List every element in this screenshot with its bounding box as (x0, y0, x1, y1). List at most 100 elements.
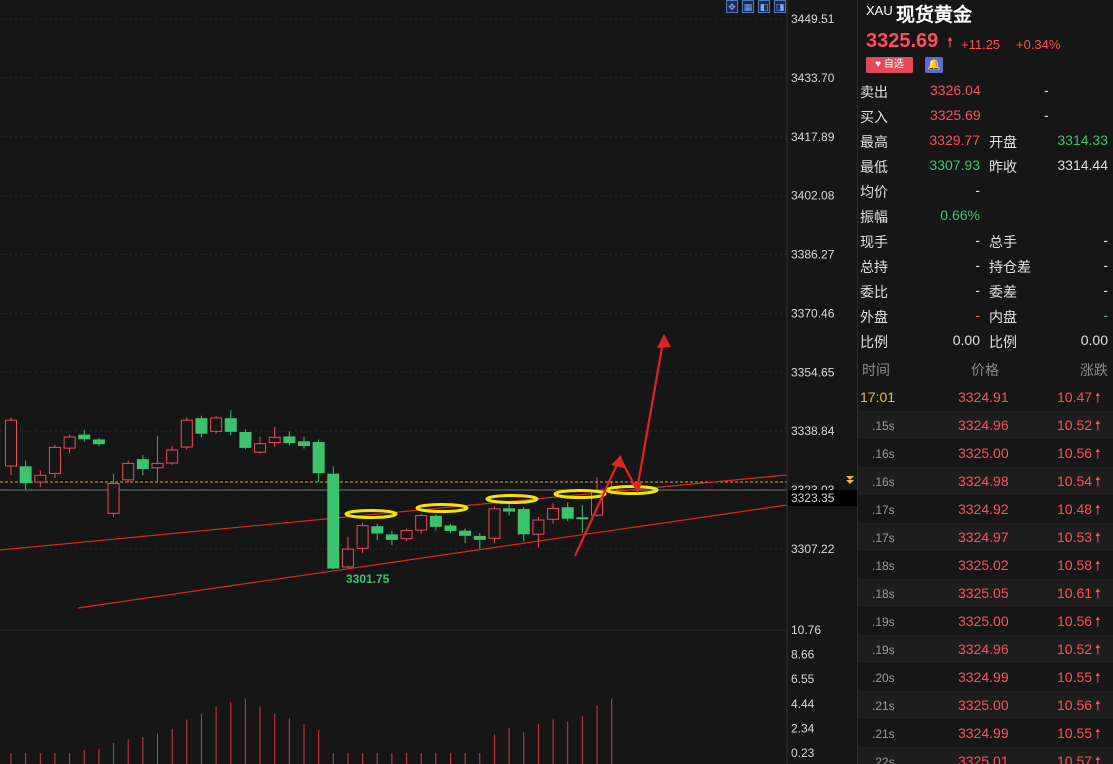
tick-change: 10.56 (1057, 445, 1093, 461)
tick-row[interactable]: .17s 3324.97 10.53 🠕 (858, 523, 1113, 551)
low-price-label: 3301.75 (346, 572, 390, 586)
quote-value: 0.00 (1080, 332, 1108, 348)
quote-value: - (1103, 307, 1108, 323)
candle-body (327, 473, 340, 569)
quote-label: 外盘 (860, 309, 888, 325)
quote-label: 总手 (989, 234, 1017, 250)
quote-value: - (1103, 232, 1108, 248)
candle-body (400, 529, 413, 540)
chevron-down-icon (846, 476, 854, 484)
candle-body (561, 507, 574, 519)
tick-row[interactable]: .19s 3325.00 10.56 🠕 (858, 607, 1113, 635)
chart-gridlines (0, 18, 787, 550)
tick-row[interactable]: .18s 3325.02 10.58 🠕 (858, 551, 1113, 579)
tick-change: 10.47 (1057, 389, 1093, 405)
tick-change: 10.53 (1057, 529, 1093, 545)
quote-label: 开盘 (989, 134, 1017, 150)
tick-price: 3324.98 (958, 473, 1009, 489)
tick-price: 3325.02 (958, 557, 1009, 573)
price-tick-label: 3338.84 (791, 424, 835, 438)
alert-bell-button[interactable]: 🔔 (925, 57, 943, 73)
price-tick-label: 3386.27 (791, 248, 835, 262)
quote-value: - (1103, 282, 1108, 298)
tick-change: 10.52 (1057, 641, 1093, 657)
tick-row[interactable]: .17s 3324.92 10.48 🠕 (858, 495, 1113, 523)
tick-row[interactable]: .19s 3324.96 10.52 🠕 (858, 635, 1113, 663)
tick-price: 3324.96 (958, 641, 1009, 657)
up-arrow-icon: 🠕 (1095, 530, 1101, 545)
price-tick-label: 3433.70 (791, 71, 835, 85)
tick-row[interactable]: .18s 3325.05 10.61 🠕 (858, 579, 1113, 607)
tick-row[interactable]: 17:01 3324.91 10.47 🠕 (858, 383, 1113, 411)
candlestick-chart[interactable]: 3301.75 3449.51 3433.70 3417.89 3402.08 3386… (0, 0, 858, 764)
price-change: +11.25 (961, 37, 1001, 52)
tick-row[interactable]: .16s 3325.00 10.56 🠕 (858, 439, 1113, 467)
tick-time: .21s (872, 699, 895, 713)
candle-body (268, 436, 281, 444)
quote-value: 0.00 (952, 332, 980, 348)
candle-body (136, 459, 149, 470)
candle-body (254, 443, 267, 453)
tick-row[interactable]: .22s 3325.01 10.57 🠕 (858, 747, 1113, 764)
candle-body (429, 515, 442, 527)
up-arrow-icon: 🠕 (1095, 586, 1101, 601)
quote-label: 卖出 (860, 84, 888, 100)
oscillator-tick-label: 2.34 (791, 721, 815, 735)
tick-row[interactable]: .16s 3324.98 10.54 🠕 (858, 467, 1113, 495)
tick-time: .17s (872, 531, 895, 545)
tick-change: 10.61 (1057, 585, 1093, 601)
tick-price: 3324.99 (958, 725, 1009, 741)
candle-body (473, 535, 486, 540)
quote-label: 现手 (860, 234, 888, 250)
panel-right-icon[interactable]: ◨ (774, 0, 786, 13)
tick-time: .20s (872, 671, 895, 685)
move-icon[interactable]: ✥ (726, 0, 738, 13)
quote-value: - (1044, 82, 1049, 98)
candle-body (180, 419, 193, 448)
up-arrow-icon: 🠕 (1095, 502, 1101, 517)
candle-body (503, 508, 516, 512)
candle-body (19, 466, 32, 484)
tick-price: 3324.97 (958, 529, 1009, 545)
quote-row: 买入 3325.69 - (858, 105, 1113, 127)
symbol-code: XAU (866, 3, 893, 18)
candle-body (517, 509, 530, 535)
tick-time: .19s (872, 615, 895, 629)
tick-change: 10.56 (1057, 697, 1093, 713)
tick-row[interactable]: .21s 3325.00 10.56 🠕 (858, 691, 1113, 719)
quote-row: 外盘 - 内盘 - (858, 305, 1113, 327)
panel-left-icon[interactable]: ◧ (758, 0, 770, 13)
add-favorite-button[interactable]: ♥ 自选 (866, 57, 913, 73)
quote-row: 最高 3329.77 开盘 3314.33 (858, 130, 1113, 152)
oscillator-tick-label: 10.76 (791, 623, 821, 637)
tick-change: 10.57 (1057, 753, 1093, 764)
quote-value: - (1044, 107, 1049, 123)
tick-price: 3324.96 (958, 417, 1009, 433)
quote-label: 最高 (860, 134, 888, 150)
tick-time: 17:01 (860, 389, 896, 405)
quote-value: 3325.69 (930, 107, 981, 123)
quote-value: - (975, 232, 980, 248)
quote-value: - (975, 182, 980, 198)
heart-icon: ♥ (875, 59, 882, 70)
price-change-percent: +0.34% (1016, 37, 1061, 52)
up-arrow-icon: 🠕 (1095, 726, 1101, 741)
up-arrow-icon: 🠕 (1095, 418, 1101, 433)
highlight-ellipse (344, 509, 398, 519)
tick-row[interactable]: .21s 3324.99 10.55 🠕 (858, 719, 1113, 747)
candle-body (488, 508, 501, 539)
tick-time: .17s (872, 503, 895, 517)
candle-body (283, 436, 296, 444)
tick-time: .19s (872, 643, 895, 657)
price-tick-label: 3307.22 (791, 542, 835, 556)
layout-grid-icon[interactable]: ▦ (742, 0, 754, 13)
tick-row[interactable]: .20s 3324.99 10.55 🠕 (858, 663, 1113, 691)
tick-row[interactable]: .15s 3324.96 10.52 🠕 (858, 411, 1113, 439)
price-tick-label: 3370.46 (791, 306, 835, 320)
up-arrow-icon: 🠕 (1095, 670, 1101, 685)
quote-value: 3307.93 (929, 157, 980, 173)
bell-icon: 🔔 (927, 59, 941, 71)
quote-row: 现手 - 总手 - (858, 230, 1113, 252)
quote-label: 总持 (860, 259, 888, 275)
quote-label: 买入 (860, 109, 888, 125)
